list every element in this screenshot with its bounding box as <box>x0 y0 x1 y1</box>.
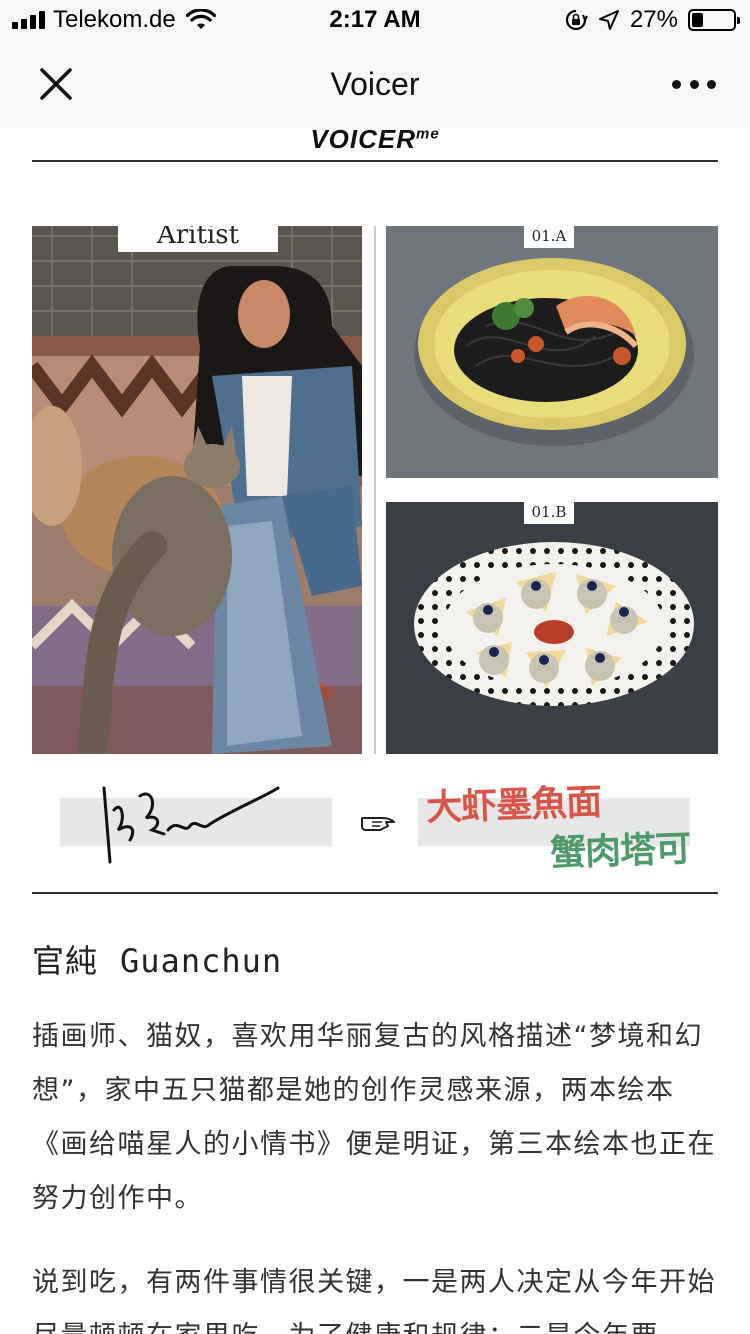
artist-photo-illustration <box>32 226 362 754</box>
battery-percent: 27% <box>629 6 678 33</box>
page-title: Voicer <box>330 66 420 102</box>
nav-bar: Voicer <box>0 40 750 128</box>
orientation-lock-icon <box>565 9 588 31</box>
artist-name-cn: 官純 <box>32 942 99 980</box>
dish-b-photo: 01.B <box>386 502 718 754</box>
dish-name-1: 大虾墨魚面 <box>425 781 602 830</box>
poster-bottom-rule <box>32 892 718 894</box>
dish-b-illustration <box>386 502 718 754</box>
dish-a-photo: 01.A <box>386 226 718 478</box>
pointing-hand-icon <box>361 817 395 831</box>
dish-name-2: 蟹肉塔可 <box>549 828 691 875</box>
artist-photo: Aritist <box>32 226 362 754</box>
poster-brand-text: VOICER <box>310 124 416 154</box>
article-paragraph-2: 说到吃，有两件事情很关键，一是两人决定从今年开始尽量顿顿在家里吃，为了健康和规律… <box>32 1267 716 1334</box>
poster-vertical-divider <box>374 226 376 754</box>
artist-name-heading: 官純 Guanchun <box>32 936 282 982</box>
dish-b-tag: 01.B <box>524 502 574 524</box>
dish-a-tag: 01.A <box>524 226 574 248</box>
artist-name-en: Guanchun <box>120 942 283 980</box>
poster-brand-sup: me <box>416 125 440 143</box>
artist-signature <box>102 786 280 864</box>
status-bar: Telekom.de 2:17 AM 27% <box>0 0 750 40</box>
article-poster-image: VOICERme Aritist 01.A 01.B 大虾墨魚面 蟹肉塔可 <box>32 124 718 900</box>
battery-fill <box>692 13 703 27</box>
status-right: 27% <box>564 6 740 34</box>
artist-label: Aritist <box>156 226 240 250</box>
poster-brand: VOICERme <box>32 124 718 155</box>
article-paragraph-1: 插画师、猫奴，喜欢用华丽复古的风格描述“梦境和幻想”，家中五只猫都是她的创作灵感… <box>32 1021 716 1214</box>
dish-a-illustration <box>386 226 718 478</box>
more-dots-icon[interactable] <box>672 70 716 98</box>
battery-icon <box>688 9 740 31</box>
poster-top-rule <box>32 160 718 162</box>
location-arrow-icon <box>598 10 619 30</box>
